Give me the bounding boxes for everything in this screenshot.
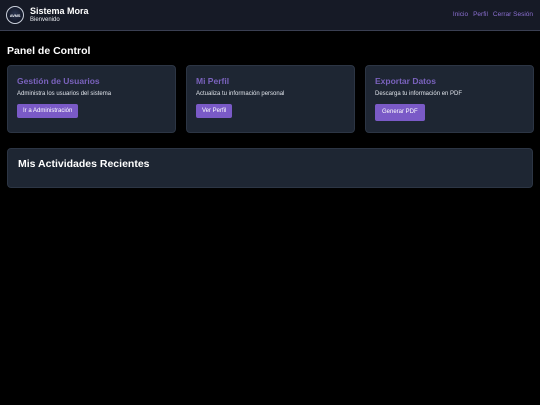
page-title: Panel de Control bbox=[7, 45, 91, 57]
brand-title: Sistema Mora bbox=[30, 6, 89, 16]
recent-activities-panel: Mis Actividades Recientes bbox=[7, 148, 533, 188]
nav-link-cerrar-sesion[interactable]: Cerrar Sesión bbox=[493, 11, 533, 18]
card-title: Gestión de Usuarios bbox=[17, 76, 100, 86]
card-description: Actualiza tu información personal bbox=[196, 91, 285, 97]
card-description: Administra los usuarios del sistema bbox=[17, 91, 112, 97]
brand-subtitle: Bienvenido bbox=[30, 17, 60, 23]
generate-pdf-button[interactable]: Generar PDF bbox=[375, 104, 425, 121]
go-to-admin-button[interactable]: Ir a Administración bbox=[17, 104, 79, 118]
logo-text: AVMS bbox=[9, 13, 21, 18]
card-user-management: Gestión de Usuarios Administra los usuar… bbox=[7, 65, 176, 133]
recent-activities-title: Mis Actividades Recientes bbox=[18, 158, 150, 170]
view-profile-button[interactable]: Ver Perfil bbox=[196, 104, 233, 118]
card-description: Descarga tu información en PDF bbox=[375, 91, 463, 97]
card-title: Mi Perfil bbox=[196, 76, 230, 86]
card-title: Exportar Datos bbox=[375, 76, 436, 86]
top-nav: Inicio Perfil Cerrar Sesión bbox=[453, 11, 533, 18]
nav-link-inicio[interactable]: Inicio bbox=[453, 11, 468, 18]
card-export-data: Exportar Datos Descarga tu información e… bbox=[365, 65, 534, 133]
logo[interactable]: AVMS bbox=[6, 6, 24, 24]
nav-link-perfil[interactable]: Perfil bbox=[473, 11, 488, 18]
card-my-profile: Mi Perfil Actualiza tu información perso… bbox=[186, 65, 355, 133]
top-bar: AVMS Sistema Mora Bienvenido Inicio Perf… bbox=[0, 0, 540, 31]
